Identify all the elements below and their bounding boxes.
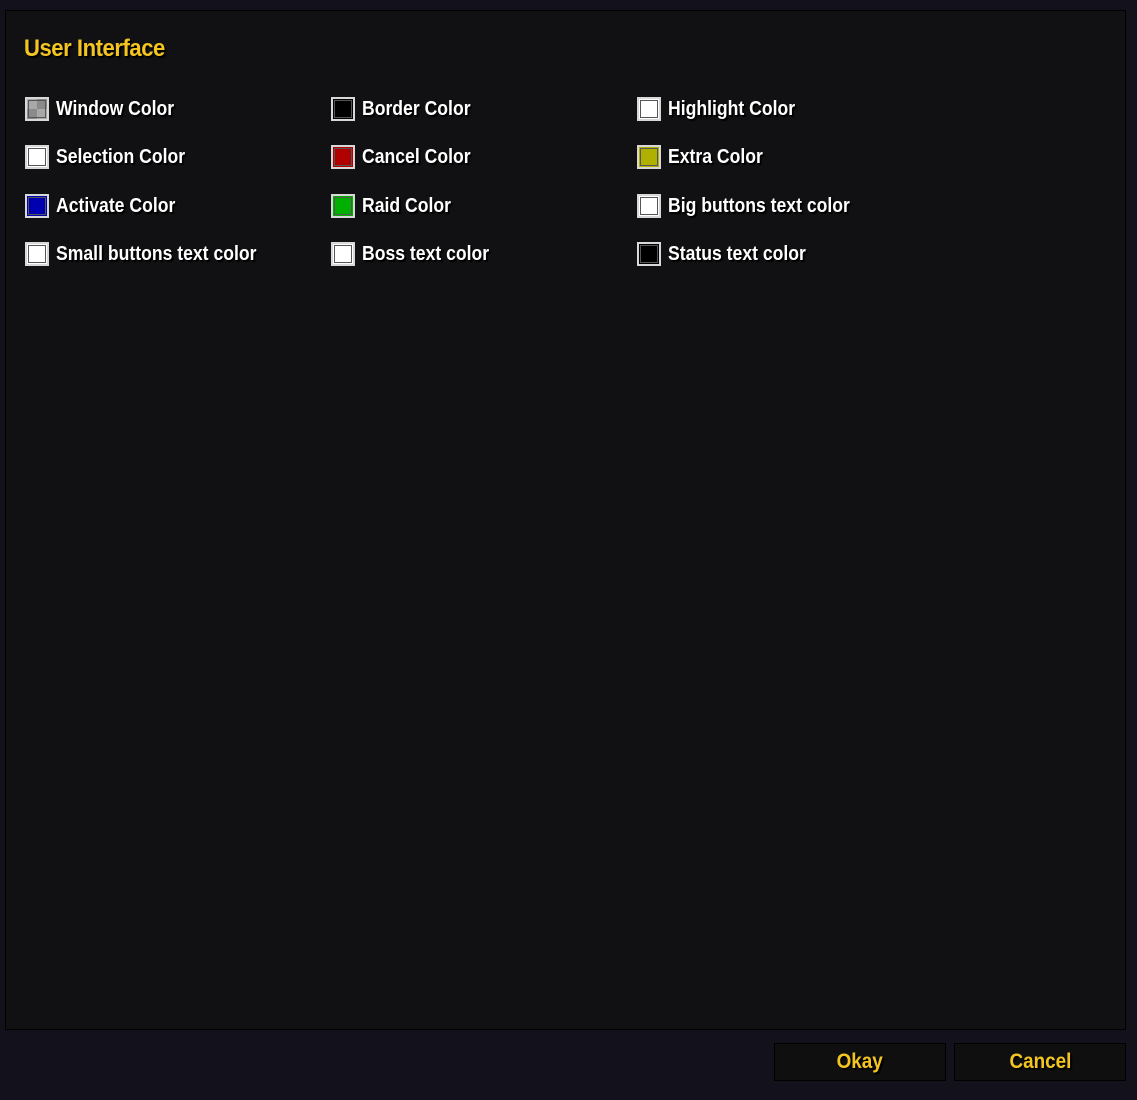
color-option-label: Window Color xyxy=(56,97,175,120)
color-option-status-text-color[interactable]: Status text color xyxy=(637,239,825,269)
cancel-button[interactable]: Cancel xyxy=(954,1043,1126,1081)
color-swatch[interactable] xyxy=(637,97,661,121)
color-swatch[interactable] xyxy=(25,145,49,169)
color-swatch[interactable] xyxy=(637,242,661,266)
color-option-selection-color[interactable]: Selection Color xyxy=(25,142,203,172)
color-swatch[interactable] xyxy=(25,194,49,218)
color-option-label: Boss text color xyxy=(362,242,490,265)
color-swatch[interactable] xyxy=(637,145,661,169)
panel-title: User Interface xyxy=(24,35,165,62)
color-swatch[interactable] xyxy=(331,97,355,121)
color-swatch[interactable] xyxy=(25,242,49,266)
color-option-label: Small buttons text color xyxy=(56,242,257,265)
color-option-border-color[interactable]: Border Color xyxy=(331,94,485,124)
color-swatch[interactable] xyxy=(25,97,49,121)
color-option-label: Cancel Color xyxy=(362,145,471,168)
color-option-label: Highlight Color xyxy=(668,97,796,120)
color-option-label: Border Color xyxy=(362,97,471,120)
okay-button[interactable]: Okay xyxy=(774,1043,946,1081)
color-option-small-buttons-text-color[interactable]: Small buttons text color xyxy=(25,239,284,269)
color-option-extra-color[interactable]: Extra Color xyxy=(637,142,776,172)
color-swatch[interactable] xyxy=(331,145,355,169)
cancel-button-label: Cancel xyxy=(1009,1050,1071,1073)
color-option-big-buttons-text-color[interactable]: Big buttons text color xyxy=(637,191,875,221)
color-option-label: Status text color xyxy=(668,242,806,265)
color-swatch[interactable] xyxy=(637,194,661,218)
color-option-label: Extra Color xyxy=(668,145,763,168)
okay-button-label: Okay xyxy=(836,1050,884,1073)
color-option-label: Big buttons text color xyxy=(668,194,850,217)
color-option-raid-color[interactable]: Raid Color xyxy=(331,191,463,221)
color-option-highlight-color[interactable]: Highlight Color xyxy=(637,94,812,124)
color-option-label: Activate Color xyxy=(56,194,176,217)
color-swatch[interactable] xyxy=(331,194,355,218)
color-option-activate-color[interactable]: Activate Color xyxy=(25,191,192,221)
color-option-window-color[interactable]: Window Color xyxy=(25,94,190,124)
color-swatch[interactable] xyxy=(331,242,355,266)
color-option-label: Selection Color xyxy=(56,145,186,168)
color-option-boss-text-color[interactable]: Boss text color xyxy=(331,239,506,269)
color-option-label: Raid Color xyxy=(362,194,451,217)
color-option-cancel-color[interactable]: Cancel Color xyxy=(331,142,485,172)
